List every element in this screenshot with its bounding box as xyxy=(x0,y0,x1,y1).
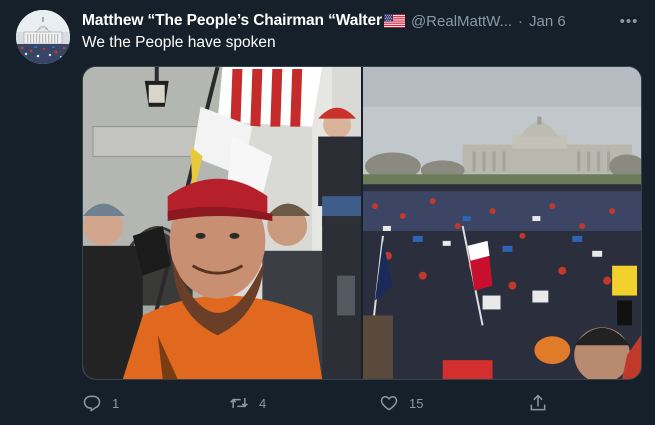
more-options-icon[interactable]: ••• xyxy=(617,13,641,30)
author-handle[interactable]: @RealMattW... xyxy=(411,13,512,30)
retweet-count: 4 xyxy=(259,395,267,411)
tweet-photo-right[interactable] xyxy=(363,67,641,379)
retweet-button[interactable]: 4 xyxy=(229,388,266,418)
us-flag-icon xyxy=(383,14,405,28)
like-button[interactable]: 15 xyxy=(379,388,423,418)
tweet-actions: 1 4 15 xyxy=(82,388,642,418)
header-separator: · xyxy=(518,12,524,30)
like-count: 15 xyxy=(409,395,424,411)
capitol-building-avatar-icon xyxy=(16,10,70,64)
avatar[interactable] xyxy=(16,10,70,64)
reply-icon xyxy=(83,395,101,412)
tweet-media xyxy=(82,66,642,380)
tweet-photo-left[interactable] xyxy=(83,67,361,379)
tweet-timestamp[interactable]: Jan 6 xyxy=(529,13,566,30)
reply-button[interactable]: 1 xyxy=(82,388,119,418)
selfie-photo xyxy=(83,67,361,379)
tweet-text: We the People have spoken xyxy=(82,34,276,51)
share-icon xyxy=(530,394,546,411)
crowd-photo xyxy=(363,67,641,379)
reply-count: 1 xyxy=(112,395,120,411)
tweet-card[interactable]: Matthew “The People’s Chairman “Walter @… xyxy=(0,0,655,425)
retweet-icon xyxy=(230,398,248,408)
author-name[interactable]: Matthew “The People’s Chairman “Walter xyxy=(82,12,382,30)
share-button[interactable] xyxy=(528,388,548,418)
tweet-header: Matthew “The People’s Chairman “Walter @… xyxy=(82,10,641,32)
heart-icon xyxy=(380,396,398,411)
